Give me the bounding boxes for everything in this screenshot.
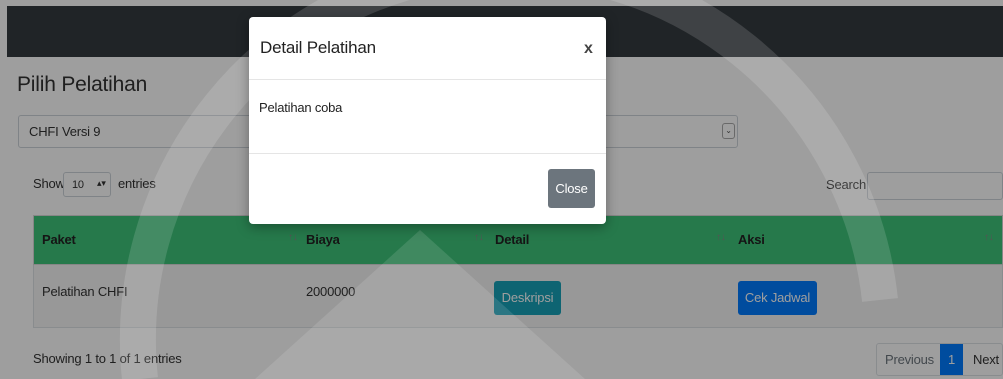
modal-header-divider xyxy=(249,79,606,80)
modal-footer-divider xyxy=(249,153,606,154)
detail-modal: Detail Pelatihan x Pelatihan coba Close xyxy=(249,17,606,224)
modal-title: Detail Pelatihan xyxy=(260,38,376,57)
close-button[interactable]: Close xyxy=(548,169,595,208)
close-icon[interactable]: x xyxy=(584,40,593,58)
modal-body-text: Pelatihan coba xyxy=(259,100,343,115)
